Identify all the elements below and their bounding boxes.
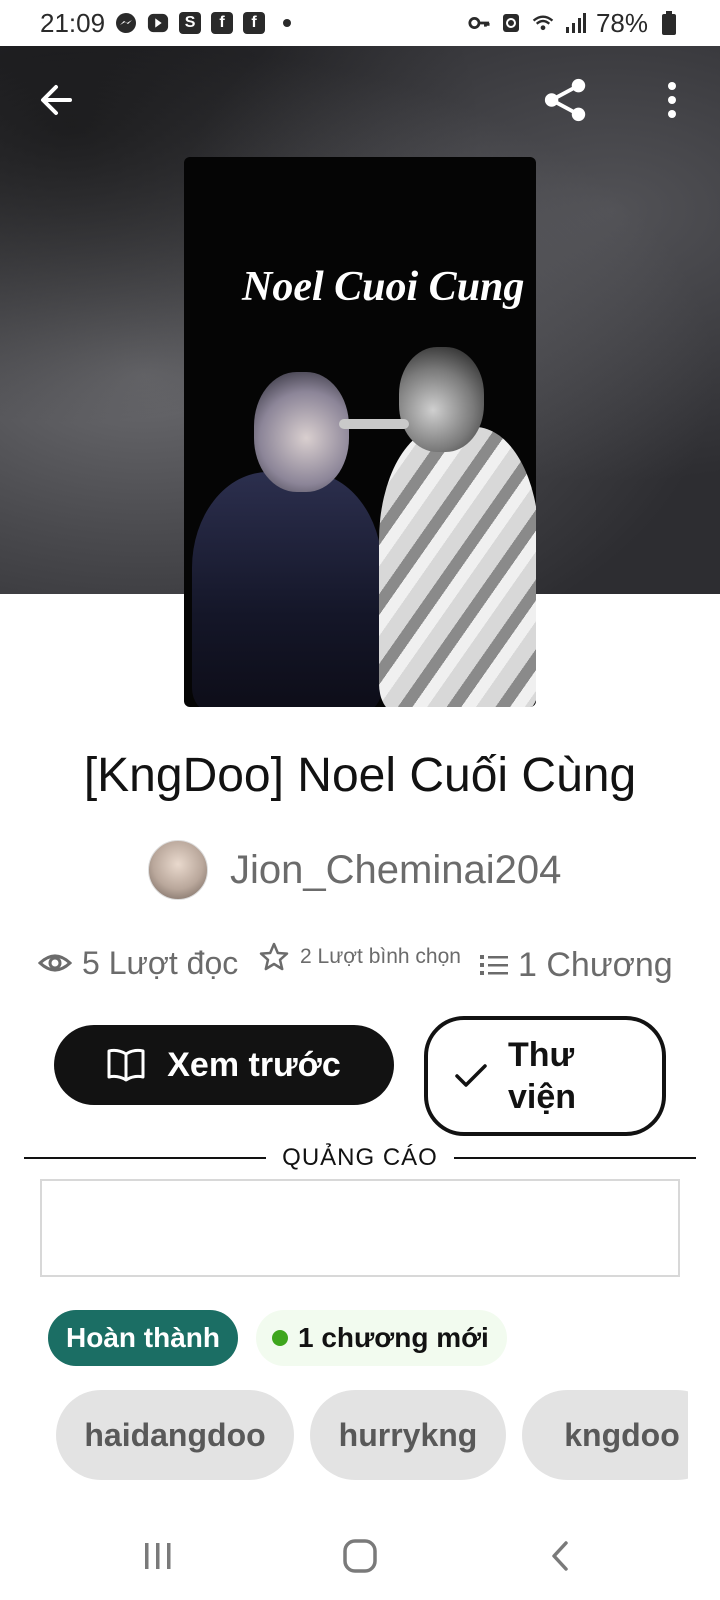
preview-button[interactable]: Xem trước <box>54 1025 394 1105</box>
nav-back-button[interactable] <box>530 1532 590 1580</box>
author-name[interactable]: Jion_Cheminai204 <box>230 848 561 893</box>
library-label: Thư viện <box>508 1036 577 1116</box>
tag-list: haidangdoo hurrykng kngdoo <box>56 1390 688 1480</box>
tag-label: hurrykng <box>338 1416 478 1453</box>
facebook-icon: f <box>243 12 266 34</box>
check-icon <box>455 1064 487 1087</box>
add-to-library-button[interactable]: Thư viện <box>424 1016 666 1136</box>
recycle-icon <box>500 12 522 34</box>
ad-divider: QUẢNG CÁO <box>24 1143 696 1173</box>
list-icon <box>480 955 508 975</box>
eye-icon <box>38 954 72 972</box>
more-vertical-icon <box>668 82 676 118</box>
nav-back-icon <box>552 1541 568 1571</box>
back-button[interactable] <box>32 76 80 124</box>
recent-apps-button[interactable] <box>128 1532 188 1580</box>
facebook-icon: f <box>211 12 234 34</box>
status-time: 21:09 <box>40 7 106 38</box>
new-chapters-label: 1 chương mới <box>298 1322 489 1353</box>
cover-figure-right-head <box>399 347 484 452</box>
share-icon <box>544 78 586 122</box>
more-options-button[interactable] <box>648 76 696 124</box>
cover-figure-left <box>192 472 382 707</box>
key-icon <box>468 12 490 34</box>
system-nav-bar <box>0 1510 720 1600</box>
tag-chip[interactable]: kngdoo <box>522 1390 688 1480</box>
author-avatar[interactable] <box>148 840 208 900</box>
story-cover-image: Noel Cuoi Cung <box>184 157 536 707</box>
shopee-icon: S <box>179 12 202 34</box>
chapters-stat: 1 Chương <box>480 940 673 990</box>
votes-count: 2 Lượt bình chọn <box>300 945 461 968</box>
book-open-icon <box>107 1048 145 1082</box>
wifi-icon <box>532 12 554 34</box>
tag-label: haidangdoo <box>84 1416 266 1453</box>
preview-label: Xem trước <box>167 1045 341 1084</box>
new-chapters-badge: 1 chương mới <box>256 1310 507 1366</box>
home-button[interactable] <box>330 1532 390 1580</box>
battery-percent: 78% <box>595 7 648 38</box>
cover-microphone <box>339 419 409 429</box>
ad-label: QUẢNG CÁO <box>282 1144 438 1171</box>
reads-count: 5 Lượt đọc <box>82 944 239 981</box>
tag-chip[interactable]: haidangdoo <box>56 1390 294 1480</box>
cover-figure-right <box>379 427 536 707</box>
new-indicator-dot <box>272 1330 288 1346</box>
ad-slot[interactable] <box>40 1179 680 1277</box>
status-bar: 21:09 S f f 78% <box>0 0 720 46</box>
cover-title-text: Noel Cuoi Cung <box>242 264 525 310</box>
dot-icon <box>283 19 292 27</box>
ad-divider-line-right <box>453 1157 696 1159</box>
story-stats: 5 Lượt đọc 2 Lượt bình chọn 1 Chương <box>0 938 720 988</box>
reads-stat: 5 Lượt đọc <box>38 938 238 988</box>
chapters-count: 1 Chương <box>518 945 673 984</box>
share-button[interactable] <box>542 76 590 124</box>
battery-icon <box>658 11 680 35</box>
star-icon <box>259 942 289 971</box>
home-icon <box>343 1539 377 1573</box>
signal-icon <box>564 12 586 34</box>
recent-apps-icon <box>145 1543 171 1569</box>
tag-chip[interactable]: hurrykng <box>310 1390 506 1480</box>
cover-figure-left-head <box>254 372 349 492</box>
completed-badge-label: Hoàn thành <box>66 1322 220 1353</box>
tag-label: kngdoo <box>564 1416 680 1453</box>
story-title: [KngDoo] Noel Cuối Cùng <box>83 749 637 802</box>
messenger-icon <box>115 12 137 34</box>
arrow-left-icon <box>41 85 72 115</box>
completed-badge: Hoàn thành <box>48 1310 238 1366</box>
youtube-icon <box>147 12 169 34</box>
ad-divider-line-left <box>24 1157 267 1159</box>
author-link[interactable]: Jion_Cheminai204 <box>148 840 561 900</box>
votes-stat: 2 Lượt bình chọn <box>258 932 461 982</box>
